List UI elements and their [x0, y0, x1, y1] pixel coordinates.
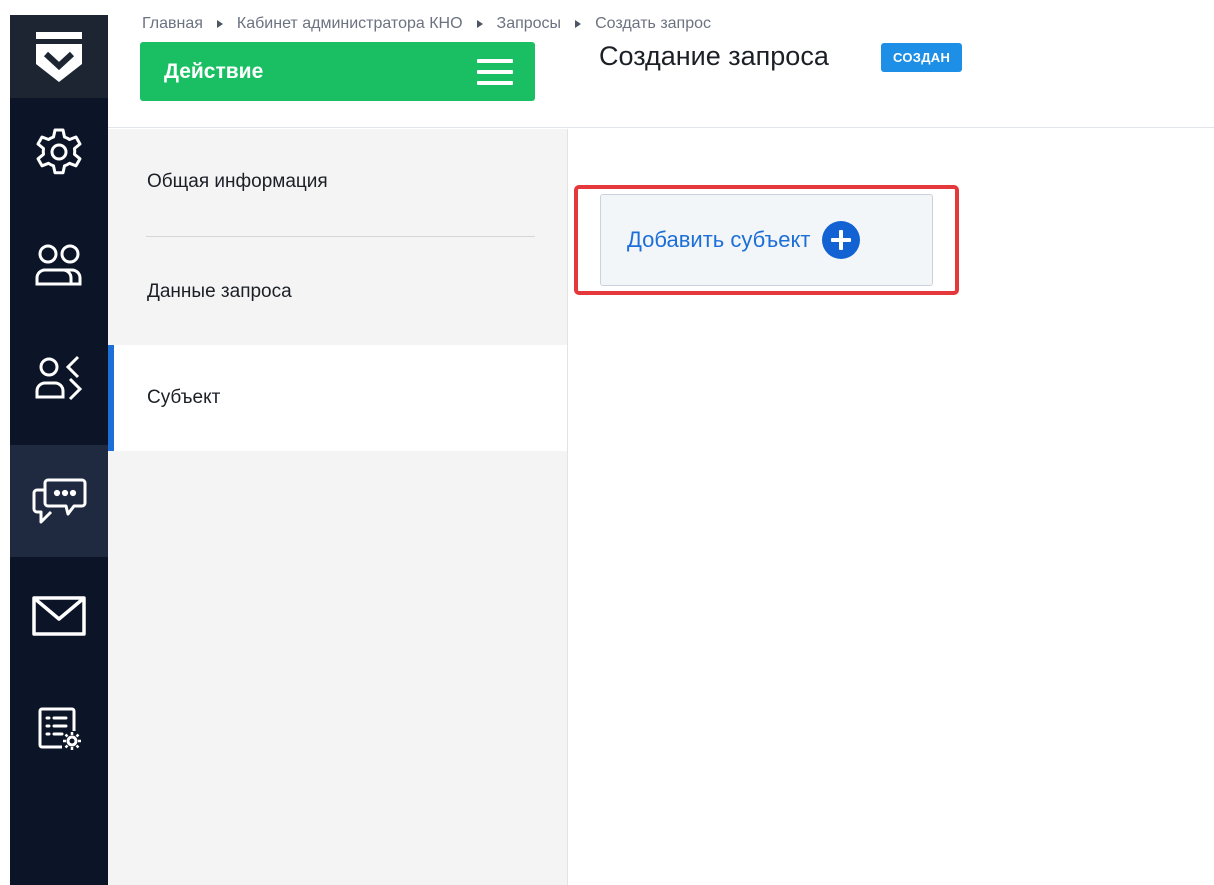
- breadcrumb: Главная Кабинет администратора КНО Запро…: [142, 13, 711, 35]
- breadcrumb-item-create: Создать запрос: [595, 15, 712, 32]
- breadcrumb-item-cabinet[interactable]: Кабинет администратора КНО: [237, 15, 463, 33]
- hamburger-menu-icon: [477, 58, 513, 85]
- action-button-label: Действие: [164, 59, 264, 83]
- logo-shield-icon[interactable]: [10, 15, 108, 98]
- add-subject-label: Добавить субъект: [627, 227, 811, 252]
- user-exchange-icon[interactable]: [10, 322, 108, 434]
- add-subject-button[interactable]: Добавить субъект: [600, 194, 933, 286]
- section-item-request-data[interactable]: Данные запроса: [108, 239, 567, 345]
- chat-icon[interactable]: [10, 445, 108, 557]
- section-divider: [146, 236, 535, 237]
- breadcrumb-item-home[interactable]: Главная: [142, 15, 203, 33]
- app-rail: [10, 15, 108, 885]
- section-nav: Общая информация Данные запроса Субъект: [108, 129, 568, 885]
- plus-circle-icon: [822, 221, 861, 259]
- users-icon[interactable]: [10, 210, 108, 322]
- section-item-label: Субъект: [147, 387, 221, 408]
- breadcrumb-item-requests[interactable]: Запросы: [497, 15, 562, 33]
- page-title: Создание запроса: [599, 41, 829, 71]
- action-button[interactable]: Действие: [140, 42, 535, 101]
- section-item-label: Данные запроса: [147, 281, 292, 302]
- section-item-general-info[interactable]: Общая информация: [108, 129, 567, 235]
- page-header: Главная Кабинет администратора КНО Запро…: [108, 0, 1214, 128]
- section-item-subject[interactable]: Субъект: [108, 345, 567, 451]
- gear-icon[interactable]: [10, 98, 108, 210]
- mail-icon[interactable]: [10, 560, 108, 672]
- section-item-label: Общая информация: [147, 171, 328, 192]
- breadcrumb-separator-icon: [216, 20, 223, 28]
- list-settings-icon[interactable]: [10, 672, 108, 784]
- status-badge: СОЗДАН: [881, 43, 963, 72]
- breadcrumb-separator-icon: [575, 20, 582, 28]
- breadcrumb-separator-icon: [476, 20, 483, 28]
